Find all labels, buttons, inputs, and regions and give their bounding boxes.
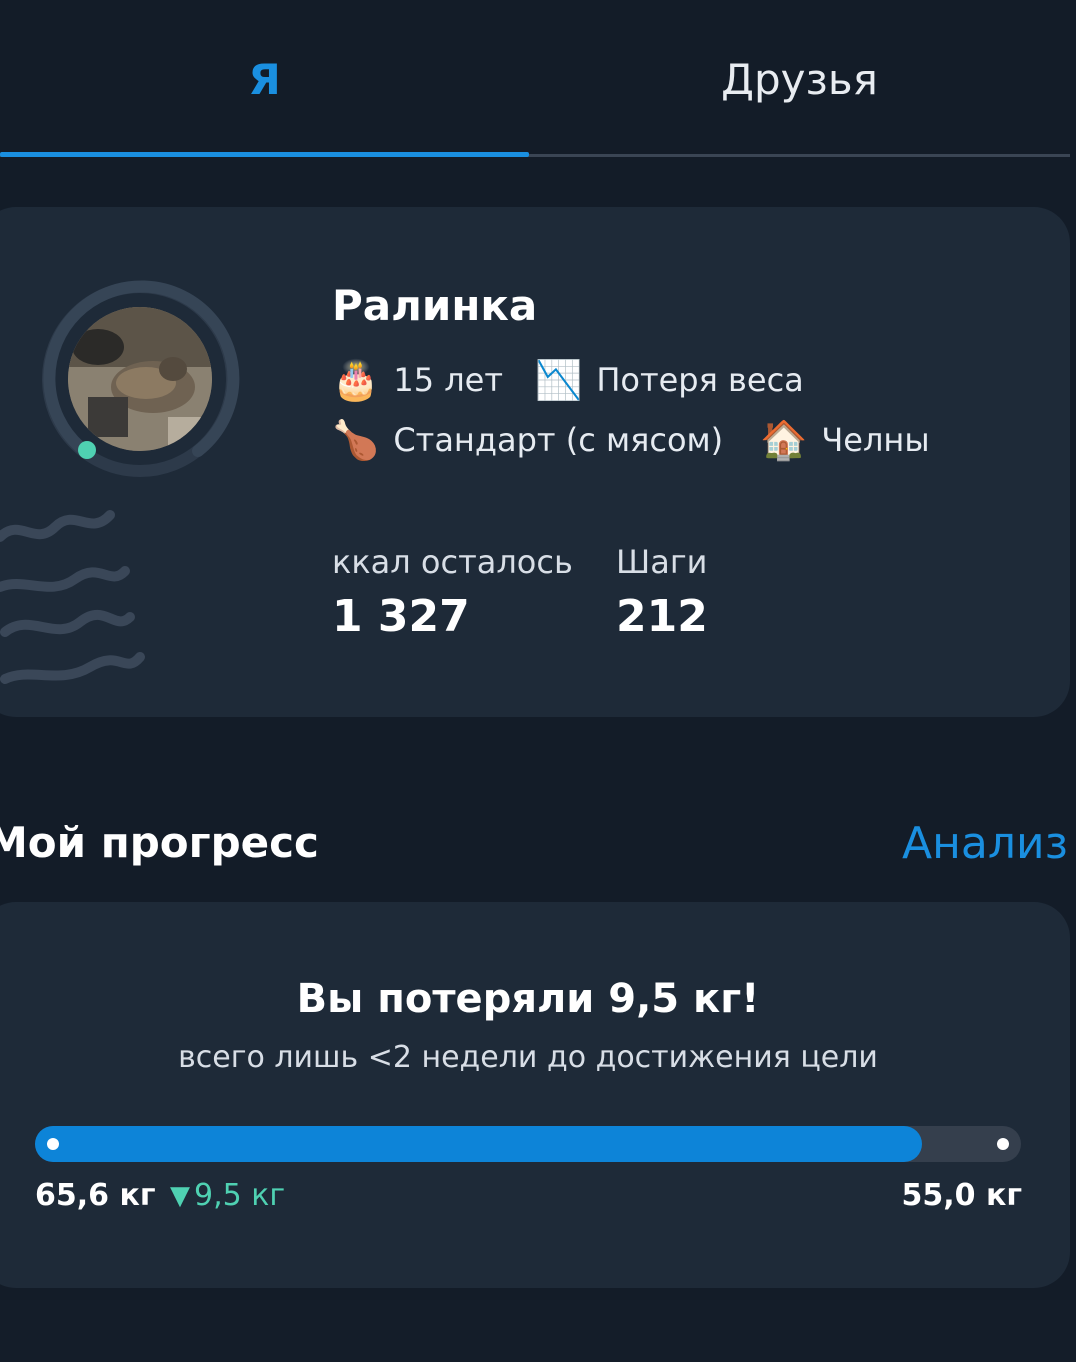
online-status-dot	[78, 441, 96, 459]
avatar[interactable]	[68, 307, 212, 451]
progress-section-title: Мой прогресс	[0, 818, 319, 867]
tag-age: 🎂 15 лет	[332, 361, 503, 399]
house-icon: 🏠	[760, 418, 808, 462]
progress-end-dot	[997, 1138, 1009, 1150]
tag-goal-text: Потеря веса	[596, 361, 804, 399]
tag-goal: 📉 Потеря веса	[535, 361, 804, 399]
tag-city: 🏠 Челны	[760, 421, 930, 459]
tag-diet-text: Стандарт (с мясом)	[393, 421, 724, 459]
weight-progress-fill	[35, 1126, 923, 1162]
analysis-link[interactable]: Анализ	[902, 818, 1068, 869]
tag-city-text: Челны	[821, 421, 930, 459]
progress-headline: Вы потеряли 9,5 кг!	[296, 976, 760, 1022]
avatar-container[interactable]	[40, 279, 240, 479]
bottom-area	[0, 1300, 1076, 1362]
weight-lost-delta: ▼ 9,5 кг	[170, 1178, 285, 1213]
weight-progress-card[interactable]: Вы потеряли 9,5 кг! всего лишь <2 недели…	[0, 902, 1070, 1288]
tab-bar: Я Друзья	[0, 0, 1070, 158]
goal-weight: 55,0 кг	[901, 1178, 1023, 1213]
tag-age-text: 15 лет	[393, 361, 503, 399]
avatar-photo	[68, 307, 212, 451]
progress-start-dot	[47, 1138, 59, 1150]
weight-progress-bar	[35, 1126, 1021, 1162]
steps-value: 212	[616, 591, 708, 642]
start-weight: 65,6 кг	[35, 1178, 156, 1213]
tab-friends[interactable]: Друзья	[529, 0, 1070, 158]
steps-label: Шаги	[616, 543, 708, 581]
progress-subtitle: всего лишь <2 недели до достижения цели	[178, 1040, 878, 1075]
weight-lost-value: 9,5 кг	[194, 1178, 286, 1213]
profile-card[interactable]: Ралинка 🎂 15 лет 📉 Потеря веса 🍗 Стандар…	[0, 207, 1070, 717]
poultry-leg-icon: 🍗	[332, 418, 380, 462]
kcal-remaining-value: 1 327	[332, 591, 470, 642]
birthday-cake-icon: 🎂	[332, 358, 380, 402]
tab-active-indicator	[0, 152, 529, 157]
kcal-remaining-label: ккал осталось	[332, 543, 573, 581]
tag-diet: 🍗 Стандарт (с мясом)	[332, 421, 723, 459]
user-name: Ралинка	[332, 281, 538, 330]
profile-screen: Я Друзья Ралинка 🎂 15 лет 📉 Потеря веса …	[0, 0, 1076, 1362]
tab-me[interactable]: Я	[0, 0, 529, 158]
chart-decreasing-icon: 📉	[535, 358, 583, 402]
decorative-scribble	[0, 510, 145, 684]
down-triangle-icon: ▼	[170, 1180, 190, 1211]
